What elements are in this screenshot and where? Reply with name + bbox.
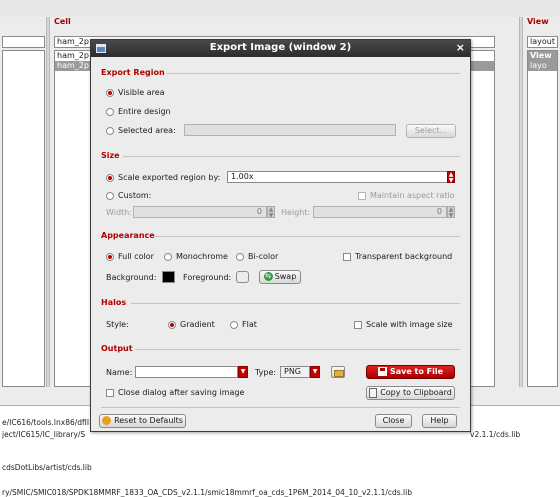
transparent-bg-label: Transparent background xyxy=(355,252,453,261)
monochrome-radio[interactable] xyxy=(164,253,172,261)
close-button[interactable]: Close xyxy=(375,414,412,428)
dialog-title: Export Image (window 2) xyxy=(209,42,352,53)
style-label: Style: xyxy=(106,320,129,329)
visible-area-radio[interactable] xyxy=(106,89,114,97)
scale-field[interactable]: 1.00x xyxy=(227,171,448,183)
reset-defaults-button[interactable]: Reset to Defaults xyxy=(99,414,186,428)
flat-label: Flat xyxy=(242,320,257,329)
width-label: Width: xyxy=(106,208,132,217)
close-after-save-label: Close dialog after saving image xyxy=(118,388,245,397)
log-line: cdsDotLibs/artist/cds.lib xyxy=(2,463,92,472)
scale-spinner[interactable]: ▲ ▼ xyxy=(447,171,455,184)
library-list[interactable] xyxy=(2,50,45,387)
pane-splitter[interactable] xyxy=(46,17,50,387)
reset-defaults-label: Reset to Defaults xyxy=(114,416,183,425)
visible-area-label: Visible area xyxy=(118,88,165,97)
save-icon xyxy=(377,367,387,376)
name-label: Name: xyxy=(106,368,133,377)
width-spinner[interactable]: ▲ ▼ xyxy=(267,206,275,219)
foreground-label: Foreground: xyxy=(183,273,232,282)
folder-icon[interactable] xyxy=(331,366,345,378)
selected-area-field[interactable] xyxy=(184,124,396,136)
export-image-dialog: Export Image (window 2) × Export Region … xyxy=(90,39,471,432)
bi-color-radio[interactable] xyxy=(236,253,244,261)
scale-with-image-checkbox[interactable] xyxy=(354,321,362,329)
view-list-item-selected[interactable]: layo xyxy=(528,61,557,71)
height-spinner[interactable]: ▲ ▼ xyxy=(447,206,455,219)
entire-design-radio[interactable] xyxy=(106,108,114,116)
height-field[interactable]: 0 xyxy=(313,206,447,218)
custom-radio[interactable] xyxy=(106,192,114,200)
section-divider xyxy=(153,236,460,237)
section-divider xyxy=(135,349,460,350)
gradient-label: Gradient xyxy=(180,320,215,329)
output-header: Output xyxy=(101,344,133,353)
transparent-bg-checkbox[interactable] xyxy=(343,253,351,261)
width-field[interactable]: 0 xyxy=(133,206,267,218)
scale-with-image-label: Scale with image size xyxy=(366,320,453,329)
monochrome-label: Monochrome xyxy=(176,252,228,261)
view-pane-header: View xyxy=(527,17,549,26)
view-list-header: View xyxy=(528,51,557,61)
log-line: e/IC616/tools.lnx86/dfII xyxy=(2,418,90,427)
type-select[interactable]: PNG xyxy=(280,366,310,378)
background-color-swatch[interactable] xyxy=(162,271,175,283)
log-line-tail: v2.1.1/cds.lib xyxy=(470,430,521,439)
library-pane xyxy=(0,17,48,387)
scale-label: Scale exported region by: xyxy=(118,173,221,182)
halos-header: Halos xyxy=(101,298,127,307)
footer-divider xyxy=(101,407,460,408)
scale-radio[interactable] xyxy=(106,174,114,182)
section-divider xyxy=(166,73,460,74)
full-color-radio[interactable] xyxy=(106,253,114,261)
clipboard-icon xyxy=(369,387,378,398)
background-label: Background: xyxy=(106,273,157,282)
background-toolbar xyxy=(0,0,560,17)
dialog-titlebar[interactable]: Export Image (window 2) × xyxy=(91,40,470,57)
save-to-file-button[interactable]: Save to File xyxy=(366,365,455,379)
maintain-aspect-checkbox[interactable] xyxy=(358,192,366,200)
view-pane: View layout View layo xyxy=(525,17,560,387)
library-filter-input[interactable] xyxy=(2,36,45,48)
entire-design-label: Entire design xyxy=(118,107,171,116)
custom-label: Custom: xyxy=(118,191,152,200)
foreground-color-swatch[interactable] xyxy=(236,271,249,283)
pane-splitter[interactable] xyxy=(519,17,523,387)
name-dropdown-button[interactable]: ▼ xyxy=(238,366,248,378)
reset-icon xyxy=(102,416,112,425)
size-header: Size xyxy=(101,151,120,160)
view-filter-input[interactable]: layout xyxy=(527,36,558,48)
selected-area-label: Selected area: xyxy=(118,126,176,135)
appearance-header: Appearance xyxy=(101,231,155,240)
height-label: Height: xyxy=(281,208,311,217)
close-after-save-checkbox[interactable] xyxy=(106,389,114,397)
section-divider xyxy=(131,303,460,304)
type-label: Type: xyxy=(255,368,277,377)
full-color-label: Full color xyxy=(118,252,154,261)
swap-label: Swap xyxy=(274,272,297,281)
cell-pane-header: Cell xyxy=(54,17,71,26)
type-dropdown-button[interactable]: ▼ xyxy=(310,366,320,378)
help-button[interactable]: Help xyxy=(422,414,457,428)
swap-icon: ⇆ xyxy=(263,272,273,281)
export-region-header: Export Region xyxy=(101,68,165,77)
log-line: ry/SMIC/SMIC018/SPDK18MMRF_1833_OA_CDS_v… xyxy=(2,488,412,497)
copy-to-clipboard-button[interactable]: Copy to Clipboard xyxy=(366,386,455,400)
maintain-aspect-label: Maintain aspect ratio xyxy=(370,191,455,200)
close-icon[interactable]: × xyxy=(456,41,465,54)
selected-area-radio[interactable] xyxy=(106,127,114,135)
view-list[interactable]: View layo xyxy=(527,50,558,387)
name-field[interactable] xyxy=(135,366,238,378)
section-divider xyxy=(123,156,460,157)
bi-color-label: Bi-color xyxy=(248,252,279,261)
save-to-file-label: Save to File xyxy=(389,367,444,376)
gradient-radio[interactable] xyxy=(168,321,176,329)
flat-radio[interactable] xyxy=(230,321,238,329)
log-line: ject/IC615/IC_library/S xyxy=(2,430,86,439)
swap-button[interactable]: ⇆ Swap xyxy=(259,270,301,284)
select-button[interactable]: Select... xyxy=(406,124,456,138)
copy-to-clipboard-label: Copy to Clipboard xyxy=(380,388,452,397)
